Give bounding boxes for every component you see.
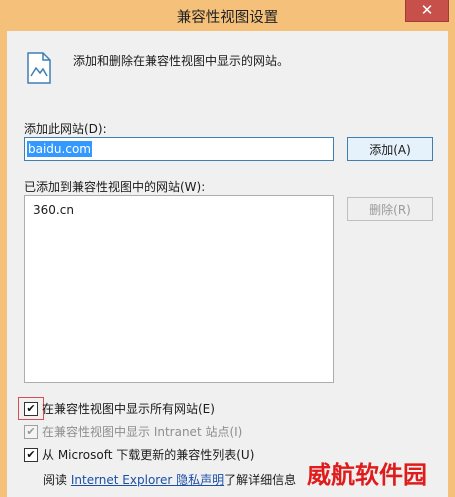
close-icon: ✕ xyxy=(420,1,434,19)
title-bar: 兼容性视图设置 ✕ xyxy=(0,0,455,31)
checkbox-check-icon: ✔ xyxy=(26,425,36,438)
add-site-input[interactable]: baidu.com xyxy=(24,137,334,161)
add-button[interactable]: 添加(A) xyxy=(347,137,433,161)
close-button[interactable]: ✕ xyxy=(405,0,449,22)
checkbox-check-icon: ✔ xyxy=(26,402,36,415)
privacy-link[interactable]: Internet Explorer 隐私声明 xyxy=(71,473,224,487)
document-image-icon xyxy=(27,52,51,84)
privacy-footer: 阅读 Internet Explorer 隐私声明了解详细信息 xyxy=(43,471,296,488)
intranet-checkbox: ✔ xyxy=(24,424,38,439)
dialog-body: 添加和删除在兼容性视图中显示的网站。 添加此网站(D): baidu.com 添… xyxy=(7,31,448,497)
add-site-label: 添加此网站(D): xyxy=(24,122,107,136)
checkbox-check-icon: ✔ xyxy=(26,448,36,461)
window-title: 兼容性视图设置 xyxy=(176,10,279,26)
footer-suffix: 了解详细信息 xyxy=(224,473,297,487)
watermark-text: 威航软件园 xyxy=(307,461,427,489)
intranet-label: 在兼容性视图中显示 Intranet 站点(I) xyxy=(42,425,243,439)
footer-prefix: 阅读 xyxy=(43,473,68,487)
show-all-label: 在兼容性视图中显示所有网站(E) xyxy=(42,402,215,416)
site-list-label: 已添加到兼容性视图中的网站(W): xyxy=(24,180,206,194)
download-updates-checkbox[interactable]: ✔ xyxy=(24,447,38,462)
intranet-option: ✔ 在兼容性视图中显示 Intranet 站点(I) xyxy=(24,423,242,440)
show-all-checkbox[interactable]: ✔ xyxy=(24,401,38,416)
add-site-input-value: baidu.com xyxy=(27,141,92,157)
site-list[interactable]: 360.cn xyxy=(24,195,334,383)
description-text: 添加和删除在兼容性视图中显示的网站。 xyxy=(73,54,290,68)
download-updates-label: 从 Microsoft 下载更新的兼容性列表(U) xyxy=(42,448,255,462)
remove-button[interactable]: 删除(R) xyxy=(347,197,433,221)
list-item[interactable]: 360.cn xyxy=(33,203,74,217)
show-all-option[interactable]: ✔ 在兼容性视图中显示所有网站(E) xyxy=(24,400,215,417)
download-updates-option[interactable]: ✔ 从 Microsoft 下载更新的兼容性列表(U) xyxy=(24,446,254,463)
